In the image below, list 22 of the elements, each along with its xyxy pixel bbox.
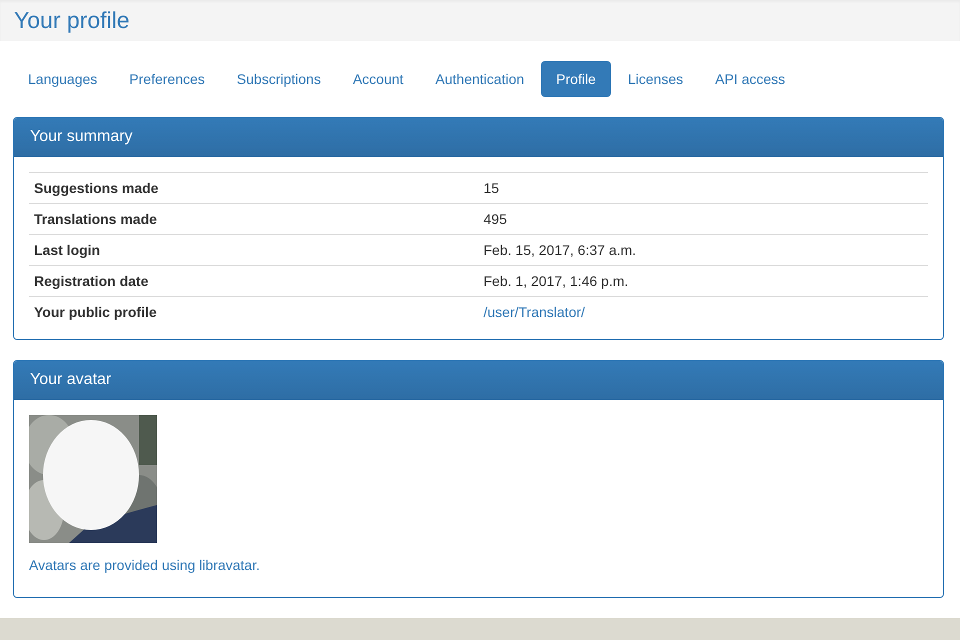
- field-value: 495: [484, 210, 507, 227]
- profile-link[interactable]: /user/Translator/: [484, 304, 585, 320]
- field-label: Translations made: [34, 210, 157, 227]
- page-title: Your profile: [14, 6, 130, 34]
- field-value: 15: [484, 180, 500, 196]
- field-label: Registration date: [34, 272, 148, 289]
- tab[interactable]: Authentication: [420, 60, 540, 97]
- field-value: Feb. 1, 2017, 1:46 p.m.: [484, 272, 628, 289]
- tab[interactable]: Licenses: [612, 60, 698, 97]
- tab[interactable]: Profile: [541, 60, 611, 97]
- field-label: Last login: [34, 242, 100, 258]
- field-value: Feb. 15, 2017, 6:37 a.m.: [484, 242, 636, 258]
- tab[interactable]: API access: [700, 60, 800, 97]
- panel-title: Your avatar: [14, 360, 943, 400]
- panel-title: Your summary: [14, 118, 943, 157]
- tab[interactable]: Languages: [13, 60, 112, 97]
- field-label: Your public profile: [34, 304, 157, 320]
- tab[interactable]: Preferences: [114, 60, 220, 97]
- field-label: Suggestions made: [34, 180, 158, 196]
- libravatar-link[interactable]: Avatars are provided using libravatar.: [29, 556, 260, 573]
- tab[interactable]: Account: [338, 60, 418, 97]
- tab[interactable]: Subscriptions: [222, 60, 336, 97]
